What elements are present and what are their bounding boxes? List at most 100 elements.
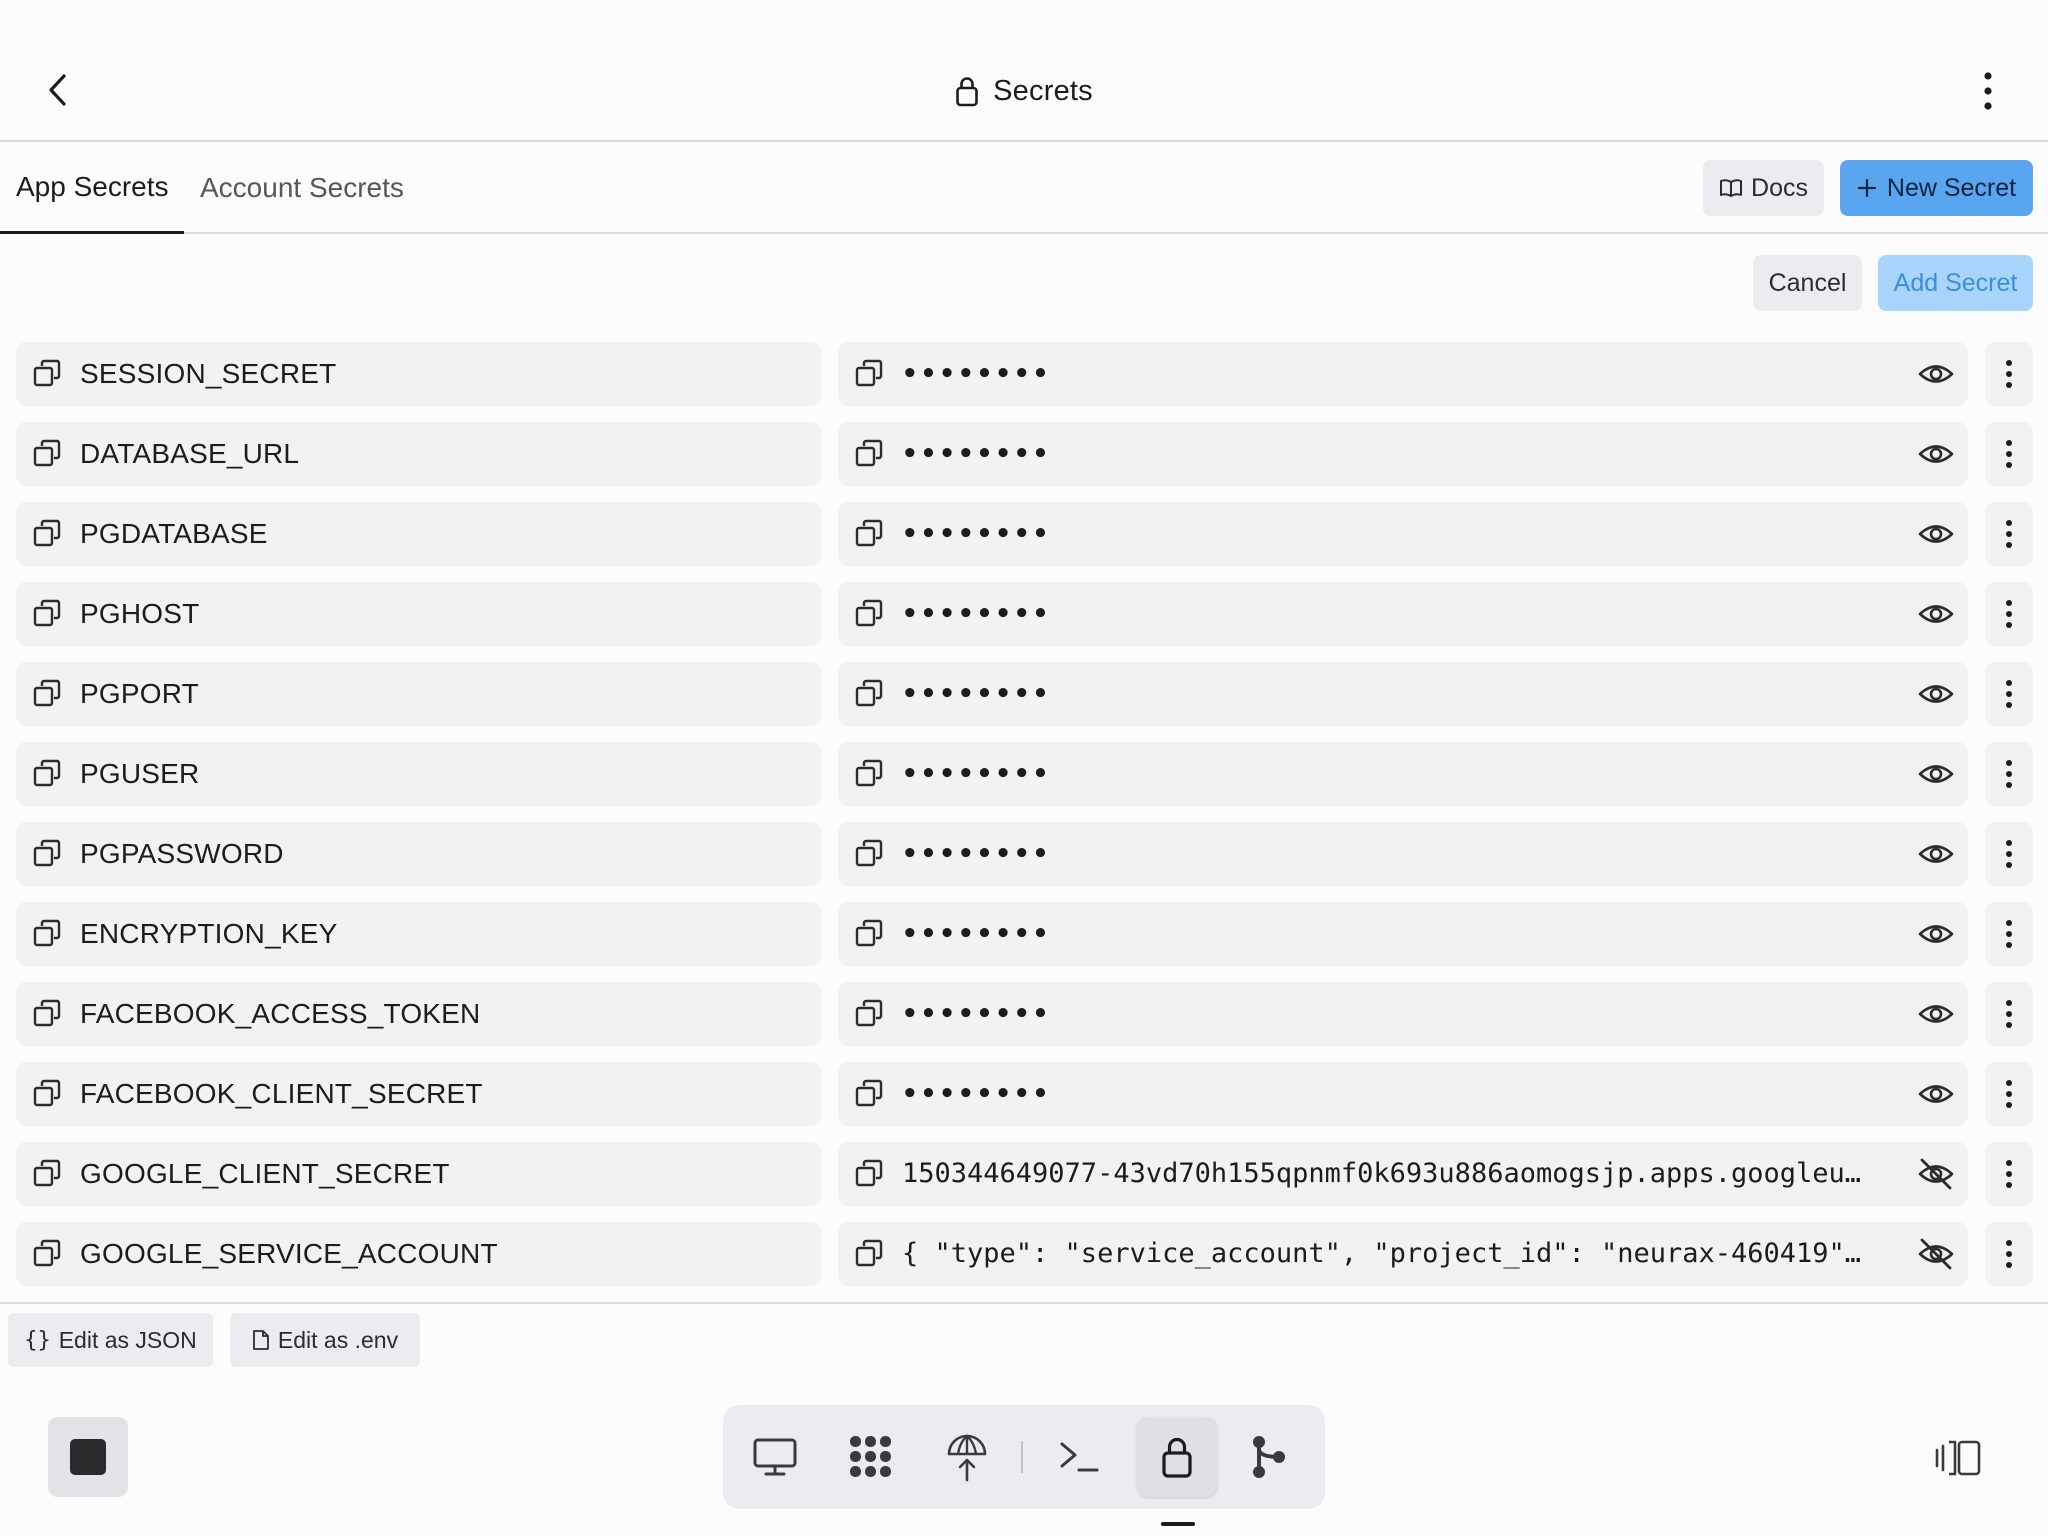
copy-icon[interactable] [32, 358, 62, 393]
more-vertical-icon [2005, 439, 2013, 469]
eye-icon[interactable] [1918, 676, 1954, 712]
eye-icon[interactable] [1918, 596, 1954, 632]
copy-icon[interactable] [854, 1238, 884, 1273]
row-more-options-button[interactable] [1985, 902, 2033, 966]
eye-off-icon[interactable] [1918, 1156, 1954, 1192]
dock-secrets[interactable] [1137, 1417, 1217, 1497]
secret-value-field[interactable]: •••••••• [838, 742, 1968, 806]
add-secret-button[interactable]: Add Secret [1878, 255, 2033, 311]
copy-icon[interactable] [32, 998, 62, 1033]
eye-icon[interactable] [1918, 516, 1954, 552]
copy-icon[interactable] [32, 678, 62, 713]
new-secret-button[interactable]: New Secret [1840, 160, 2033, 216]
dock-shell[interactable] [1039, 1417, 1119, 1497]
row-more-options-button[interactable] [1985, 422, 2033, 486]
secret-value-field[interactable]: •••••••• [838, 502, 1968, 566]
row-more-options-button[interactable] [1985, 1222, 2033, 1286]
eye-icon[interactable] [1918, 996, 1954, 1032]
copy-icon[interactable] [854, 598, 884, 633]
secret-key-field[interactable]: PGUSER [16, 742, 821, 806]
secret-value-field[interactable]: •••••••• [838, 1062, 1968, 1126]
eye-icon[interactable] [1918, 436, 1954, 472]
copy-icon[interactable] [32, 438, 62, 473]
copy-icon[interactable] [854, 438, 884, 473]
secret-key-field[interactable]: PGPASSWORD [16, 822, 821, 886]
copy-icon[interactable] [854, 758, 884, 793]
row-more-options-button[interactable] [1985, 582, 2033, 646]
secret-value-field[interactable]: •••••••• [838, 582, 1968, 646]
row-more-options-button[interactable] [1985, 342, 2033, 406]
row-more-options-button[interactable] [1985, 502, 2033, 566]
secret-value-field[interactable]: •••••••• [838, 422, 1968, 486]
more-options-button[interactable] [1966, 66, 2010, 116]
secret-key-field[interactable]: FACEBOOK_ACCESS_TOKEN [16, 982, 821, 1046]
dock-deploy[interactable] [927, 1417, 1007, 1497]
copy-icon[interactable] [854, 998, 884, 1033]
row-more-options-button[interactable] [1985, 1142, 2033, 1206]
copy-icon[interactable] [32, 918, 62, 953]
row-more-options-button[interactable] [1985, 982, 2033, 1046]
copy-icon[interactable] [32, 1078, 62, 1113]
secret-value-field[interactable]: •••••••• [838, 902, 1968, 966]
cancel-button[interactable]: Cancel [1753, 255, 1862, 311]
docs-button[interactable]: Docs [1703, 160, 1824, 216]
copy-icon[interactable] [32, 518, 62, 553]
secret-key-field[interactable]: DATABASE_URL [16, 422, 821, 486]
status-bar [0, 0, 2048, 40]
tab-account-secrets[interactable]: Account Secrets [200, 142, 404, 234]
copy-icon[interactable] [854, 838, 884, 873]
eye-icon[interactable] [1918, 916, 1954, 952]
dock-packages[interactable] [831, 1417, 911, 1497]
secret-row: GOOGLE_SERVICE_ACCOUNT { "type": "service… [0, 1220, 2048, 1300]
copy-icon[interactable] [32, 598, 62, 633]
copy-icon[interactable] [854, 918, 884, 953]
row-more-options-button[interactable] [1985, 1062, 2033, 1126]
copy-icon[interactable] [32, 838, 62, 873]
eye-icon[interactable] [1918, 756, 1954, 792]
edit-as-json-button[interactable]: {} Edit as JSON [8, 1313, 213, 1367]
copy-icon[interactable] [32, 1158, 62, 1193]
copy-icon[interactable] [854, 1078, 884, 1113]
dock-git[interactable] [1229, 1417, 1309, 1497]
more-vertical-icon [2005, 679, 2013, 709]
copy-icon[interactable] [32, 1238, 62, 1273]
secret-key-field[interactable]: PGDATABASE [16, 502, 821, 566]
secret-value: •••••••• [902, 1079, 1052, 1109]
edit-as-env-button[interactable]: Edit as .env [230, 1313, 420, 1367]
more-vertical-icon [2005, 599, 2013, 629]
secret-key-field[interactable]: GOOGLE_CLIENT_SECRET [16, 1142, 821, 1206]
home-indicator [1161, 1522, 1195, 1526]
secret-key-field[interactable]: PGHOST [16, 582, 821, 646]
secret-key-field[interactable]: FACEBOOK_CLIENT_SECRET [16, 1062, 821, 1126]
stop-button[interactable] [48, 1417, 128, 1497]
secret-value-field[interactable]: •••••••• [838, 342, 1968, 406]
secret-value: { "type": "service_account", "project_id… [902, 1238, 1862, 1269]
eye-off-icon[interactable] [1918, 1236, 1954, 1272]
copy-icon[interactable] [32, 758, 62, 793]
secret-value-field[interactable]: •••••••• [838, 662, 1968, 726]
secret-row: FACEBOOK_ACCESS_TOKEN •••••••• [0, 980, 2048, 1060]
row-more-options-button[interactable] [1985, 662, 2033, 726]
secret-key-field[interactable]: ENCRYPTION_KEY [16, 902, 821, 966]
row-more-options-button[interactable] [1985, 822, 2033, 886]
secret-row: GOOGLE_CLIENT_SECRET 150344649077-43vd70h… [0, 1140, 2048, 1220]
eye-icon[interactable] [1918, 356, 1954, 392]
panel-toggle-button[interactable] [1932, 1432, 1984, 1484]
secret-key-field[interactable]: GOOGLE_SERVICE_ACCOUNT [16, 1222, 821, 1286]
row-more-options-button[interactable] [1985, 742, 2033, 806]
secret-value-field[interactable]: { "type": "service_account", "project_id… [838, 1222, 1968, 1286]
copy-icon[interactable] [854, 678, 884, 713]
tab-app-secrets[interactable]: App Secrets [0, 142, 184, 234]
copy-icon[interactable] [854, 358, 884, 393]
secret-value-field[interactable]: •••••••• [838, 982, 1968, 1046]
eye-icon[interactable] [1918, 836, 1954, 872]
secret-value-field[interactable]: •••••••• [838, 822, 1968, 886]
secret-value-field[interactable]: 150344649077-43vd70h155qpnmf0k693u886aom… [838, 1142, 1968, 1206]
eye-icon[interactable] [1918, 1076, 1954, 1112]
secret-key-field[interactable]: PGPORT [16, 662, 821, 726]
secret-key-field[interactable]: SESSION_SECRET [16, 342, 821, 406]
copy-icon[interactable] [854, 1158, 884, 1193]
copy-icon[interactable] [854, 518, 884, 553]
dock-preview[interactable] [735, 1417, 815, 1497]
secret-value: 150344649077-43vd70h155qpnmf0k693u886aom… [902, 1158, 1862, 1189]
